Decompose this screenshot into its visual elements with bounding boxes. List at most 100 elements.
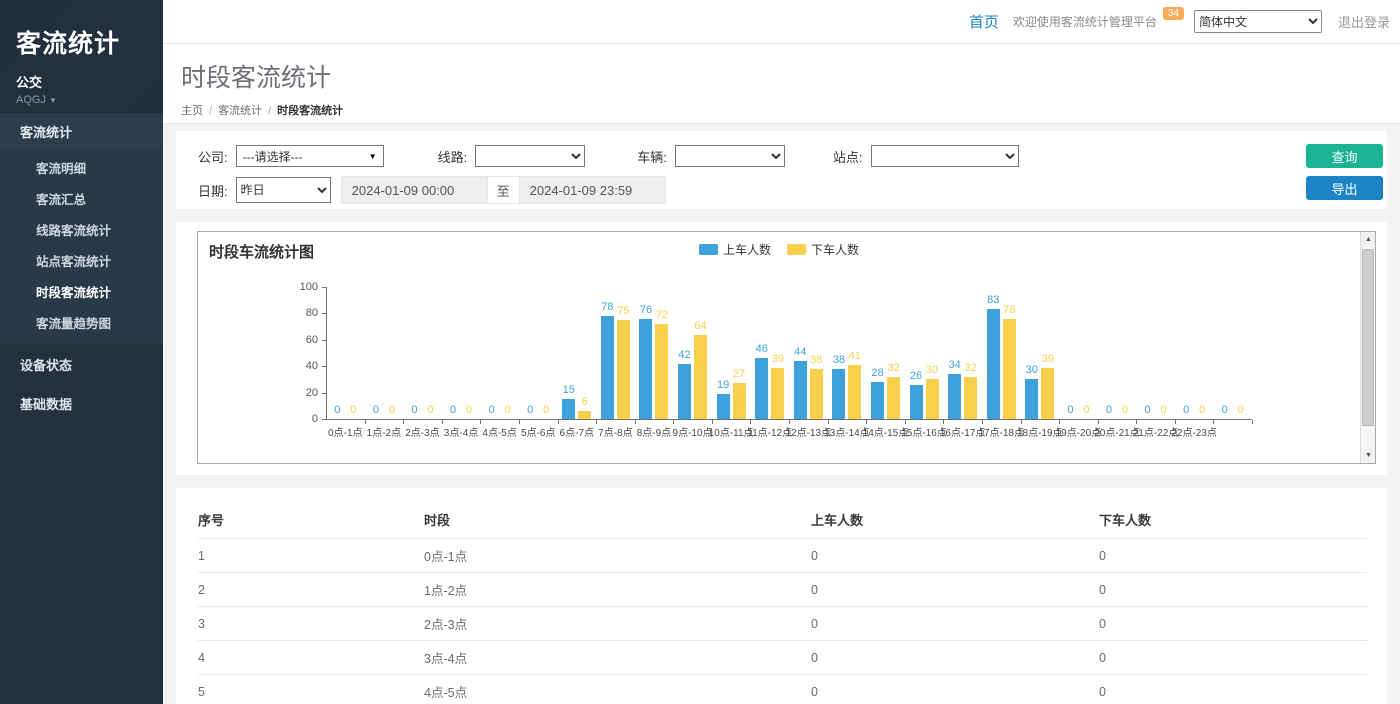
table-row[interactable]: 43点-4点00 xyxy=(198,641,1367,675)
org-code-dropdown[interactable]: AQGJ ▼ xyxy=(16,94,147,106)
legend-item[interactable]: 上车人数 xyxy=(699,241,771,258)
notification-badge[interactable]: 34 xyxy=(1163,7,1184,20)
y-axis xyxy=(326,287,327,420)
bar-value-label: 72 xyxy=(647,309,677,321)
bar-value-label: 0 xyxy=(1226,404,1256,416)
bar-下车人数-13点-14点[interactable] xyxy=(848,365,861,419)
bar-下车人数-16点-17点[interactable] xyxy=(964,377,977,419)
bar-下车人数-10点-11点[interactable] xyxy=(733,383,746,419)
bar-上车人数-13点-14点[interactable] xyxy=(832,369,845,419)
bar-上车人数-12点-13点[interactable] xyxy=(794,361,807,419)
welcome-text: 欢迎使用客流统计管理平台 xyxy=(1013,13,1157,30)
date-preset-select[interactable]: 昨日 xyxy=(236,177,331,203)
bar-上车人数-7点-8点[interactable] xyxy=(601,316,614,419)
bar-上车人数-11点-12点[interactable] xyxy=(755,358,768,419)
bar-下车人数-12点-13点[interactable] xyxy=(810,369,823,419)
bar-上车人数-18点-19点[interactable] xyxy=(1025,379,1038,419)
table-cell: 0 xyxy=(811,573,1099,607)
breadcrumb-current: 时段客流统计 xyxy=(277,105,343,117)
table-cell: 0 xyxy=(1099,675,1367,704)
sidebar-subitem[interactable]: 客流明细 xyxy=(0,152,163,183)
breadcrumb-passenger-stats[interactable]: 客流统计 xyxy=(218,105,262,117)
bar-上车人数-15点-16点[interactable] xyxy=(910,385,923,419)
sidebar-subitem[interactable]: 客流汇总 xyxy=(0,183,163,214)
bar-下车人数-7点-8点[interactable] xyxy=(617,320,630,419)
sidebar-subitem[interactable]: 时段客流统计 xyxy=(0,276,163,307)
y-tick-mark xyxy=(322,393,326,394)
logout-link[interactable]: 退出登录 xyxy=(1338,12,1390,31)
sidebar-subitem[interactable]: 线路客流统计 xyxy=(0,214,163,245)
date-start-input[interactable] xyxy=(341,176,488,204)
table-cell: 0 xyxy=(811,539,1099,573)
chart-plot-area: 0204060801000点-1点001点-2点002点-3点003点-4点00… xyxy=(326,287,1252,419)
bar-下车人数-9点-10点[interactable] xyxy=(694,335,707,419)
breadcrumb-home[interactable]: 主页 xyxy=(181,105,203,117)
bar-value-label: 39 xyxy=(1033,353,1063,365)
y-tick-mark xyxy=(322,419,326,420)
table-cell: 4点-5点 xyxy=(424,675,811,704)
y-tick-label: 20 xyxy=(284,387,318,399)
table-cell: 0 xyxy=(1099,607,1367,641)
bar-下车人数-18点-19点[interactable] xyxy=(1041,368,1054,419)
sidebar-root-items: 设备状态基础数据 xyxy=(0,345,163,423)
sidebar-section-passenger-stats[interactable]: 客流统计 xyxy=(0,112,163,150)
legend-item[interactable]: 下车人数 xyxy=(787,241,859,258)
company-select[interactable]: ---请选择--- ▼ xyxy=(236,145,384,167)
table-row[interactable]: 32点-3点00 xyxy=(198,607,1367,641)
app-logo-title: 客流统计 xyxy=(16,24,147,60)
y-tick-mark xyxy=(322,313,326,314)
y-tick-mark xyxy=(322,340,326,341)
bar-下车人数-17点-18点[interactable] xyxy=(1003,319,1016,419)
line-select[interactable] xyxy=(475,145,585,167)
table-row[interactable]: 54点-5点00 xyxy=(198,675,1367,704)
date-end-input[interactable] xyxy=(519,176,666,204)
export-button[interactable]: 导出 xyxy=(1306,176,1383,200)
table-header-cell: 下车人数 xyxy=(1099,502,1367,539)
x-tick-mark xyxy=(1252,420,1253,424)
bar-下车人数-15点-16点[interactable] xyxy=(926,379,939,419)
table-panel: 序号时段上车人数下车人数 10点-1点0021点-2点0032点-3点0043点… xyxy=(176,488,1387,704)
bar-上车人数-9点-10点[interactable] xyxy=(678,364,691,419)
sidebar-subitem[interactable]: 客流量趋势图 xyxy=(0,307,163,338)
table-header-row: 序号时段上车人数下车人数 xyxy=(198,502,1367,539)
scrollbar-thumb[interactable] xyxy=(1362,249,1374,426)
bar-上车人数-10点-11点[interactable] xyxy=(717,394,730,419)
y-tick-label: 40 xyxy=(284,360,318,372)
page-title: 时段客流统计 xyxy=(181,58,1400,94)
table-header-cell: 上车人数 xyxy=(811,502,1099,539)
bar-上车人数-14点-15点[interactable] xyxy=(871,382,884,419)
bar-value-label: 32 xyxy=(956,362,986,374)
bar-下车人数-14点-15点[interactable] xyxy=(887,377,900,419)
table-cell: 0 xyxy=(811,641,1099,675)
query-button[interactable]: 查询 xyxy=(1306,144,1383,168)
sidebar-submenu: 客流明细客流汇总线路客流统计站点客流统计时段客流统计客流量趋势图 xyxy=(0,150,163,345)
table-cell: 0 xyxy=(1099,641,1367,675)
dropdown-arrow-icon: ▼ xyxy=(369,152,377,161)
table-cell: 0 xyxy=(1099,573,1367,607)
sidebar-item[interactable]: 基础数据 xyxy=(0,384,163,423)
home-link[interactable]: 首页 xyxy=(969,11,999,32)
scroll-up-arrow-icon[interactable]: ▲ xyxy=(1361,232,1376,247)
table-header-cell: 时段 xyxy=(424,502,811,539)
bar-下车人数-8点-9点[interactable] xyxy=(655,324,668,419)
breadcrumb: 主页/客流统计/时段客流统计 xyxy=(181,102,1400,118)
bar-下车人数-6点-7点[interactable] xyxy=(578,411,591,419)
station-select[interactable] xyxy=(871,145,1019,167)
vehicle-select[interactable] xyxy=(675,145,785,167)
table-row[interactable]: 21点-2点00 xyxy=(198,573,1367,607)
table-cell: 1点-2点 xyxy=(424,573,811,607)
y-tick-label: 80 xyxy=(284,307,318,319)
filter-panel: 公司: ---请选择--- ▼ 线路: 车辆: 站点: 日期: 昨日 xyxy=(176,131,1387,209)
chart-scrollbar[interactable]: ▲ ▼ xyxy=(1360,232,1375,463)
scroll-down-arrow-icon[interactable]: ▼ xyxy=(1361,448,1376,463)
table-row[interactable]: 10点-1点00 xyxy=(198,539,1367,573)
hourly-traffic-chart: 时段车流统计图 上车人数下车人数 0204060801000点-1点001点-2… xyxy=(197,231,1376,464)
bar-下车人数-11点-12点[interactable] xyxy=(771,368,784,419)
chart-legend: 上车人数下车人数 xyxy=(198,241,1360,258)
sidebar-item[interactable]: 设备状态 xyxy=(0,345,163,384)
bar-上车人数-8点-9点[interactable] xyxy=(639,319,652,419)
language-select[interactable]: 简体中文 xyxy=(1194,10,1322,33)
bar-上车人数-16点-17点[interactable] xyxy=(948,374,961,419)
bar-上车人数-17点-18点[interactable] xyxy=(987,309,1000,419)
sidebar-subitem[interactable]: 站点客流统计 xyxy=(0,245,163,276)
